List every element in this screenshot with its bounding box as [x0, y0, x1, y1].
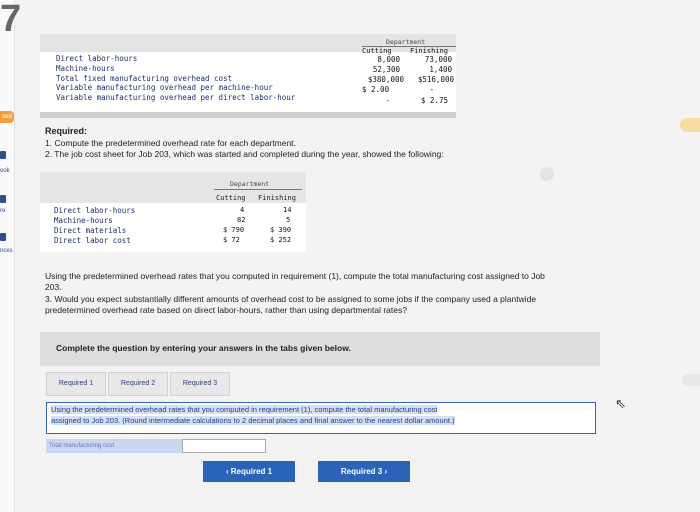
tab-required-2[interactable]: Required 2: [108, 372, 168, 396]
finishing-column-header: Finishing: [258, 194, 296, 202]
left-nav-label-nces[interactable]: nces: [0, 248, 13, 254]
next-required-3-button[interactable]: Required 3 ›: [318, 461, 410, 482]
requirement-2-text: 2. The job cost sheet for Job 203, which…: [45, 149, 444, 159]
background-dot: [540, 167, 554, 181]
question-3-text: predetermined overhead rate based on dir…: [45, 305, 407, 315]
left-nav-strip: ook re nces: [0, 0, 15, 512]
tab-required-1[interactable]: Required 1: [46, 372, 106, 396]
mouse-pointer-icon: ⇖: [615, 396, 626, 411]
left-status-badge: sed: [0, 111, 14, 123]
table-cell-cutting: $ 2.00: [362, 85, 390, 94]
table-cell-cutting: $ 790: [223, 226, 245, 234]
table-row-label: Total fixed manufacturing overhead cost: [56, 74, 233, 83]
question-text: Using the predetermined overhead rates t…: [45, 271, 545, 281]
table-cell-finishing: $ 390: [270, 226, 292, 234]
answer-row: Total manufacturing cost: [46, 439, 266, 453]
table-row-label: Machine-hours: [54, 216, 113, 225]
cutting-column-header: Cutting: [362, 47, 392, 55]
right-edge-tab[interactable]: [682, 374, 700, 386]
print-icon[interactable]: [0, 195, 6, 203]
right-edge-tab[interactable]: [680, 118, 700, 132]
instructions-box: Complete the question by entering your a…: [40, 332, 600, 366]
required-heading: Required:: [45, 126, 88, 136]
table-row-label: Variable manufacturing overhead per mach…: [56, 83, 273, 92]
table-cell-finishing: 14: [283, 206, 292, 214]
job-cost-sheet-table: Department Cutting Finishing Direct labo…: [40, 172, 306, 252]
left-nav-label-re[interactable]: re: [0, 208, 5, 214]
book-icon[interactable]: [0, 151, 6, 159]
table-cell-finishing: 1,400: [429, 65, 452, 74]
table-cell-finishing: $ 2.75: [420, 96, 448, 105]
department-header: Department: [386, 38, 426, 46]
table-row-label: Direct labor-hours: [56, 54, 138, 63]
table-cell-finishing: $516,000: [417, 75, 454, 84]
table-cell-cutting: -: [385, 96, 390, 105]
left-nav-label-ook[interactable]: ook: [0, 168, 10, 174]
answer-prompt: assigned to Job 203. (Round intermediate…: [51, 416, 455, 425]
table-cell-finishing: 5: [286, 216, 291, 224]
tab-required-3[interactable]: Required 3: [170, 372, 230, 396]
table-cell-cutting: 82: [237, 216, 246, 224]
corner-digit-mark: 7: [0, 0, 22, 40]
prev-required-1-button[interactable]: ‹ Required 1: [203, 461, 295, 482]
table-row-label: Direct labor cost: [54, 236, 131, 245]
table-cell-finishing: $ 252: [270, 236, 292, 244]
references-icon[interactable]: [0, 233, 6, 241]
total-manufacturing-cost-input[interactable]: [182, 439, 266, 453]
question-3-text: 3. Would you expect substantially differ…: [45, 294, 537, 304]
finishing-column-header: Finishing: [410, 47, 448, 55]
table-cell-cutting: 8,000: [377, 55, 400, 64]
instructions-text: Complete the question by entering your a…: [56, 343, 351, 353]
answer-panel: Using the predetermined overhead rates t…: [46, 402, 596, 434]
question-text: 203.: [45, 282, 62, 292]
table-row-label: Machine-hours: [56, 64, 115, 73]
table-cell-cutting: 52,300: [372, 65, 400, 74]
department-data-table: Department Cutting Finishing Direct labo…: [40, 34, 456, 118]
answer-prompt: Using the predetermined overhead rates t…: [51, 405, 438, 414]
cutting-column-header: Cutting: [216, 194, 246, 202]
total-manufacturing-cost-label: Total manufacturing cost: [46, 439, 183, 453]
requirement-1-text: 1. Compute the predetermined overhead ra…: [45, 138, 296, 148]
table-row-label: Variable manufacturing overhead per dire…: [56, 93, 296, 102]
table-cell-finishing: -: [429, 85, 434, 94]
table-row-label: Direct labor-hours: [54, 206, 136, 215]
header-divider: [214, 189, 302, 190]
table-bottom-band: [40, 112, 456, 118]
department-header: Department: [230, 180, 270, 188]
table-cell-cutting: $380,000: [367, 75, 404, 84]
table-cell-cutting: 4: [240, 206, 245, 214]
table-row-label: Direct materials: [54, 226, 127, 235]
table-cell-cutting: $ 72: [223, 236, 240, 244]
table-cell-finishing: 73,000: [424, 55, 452, 64]
